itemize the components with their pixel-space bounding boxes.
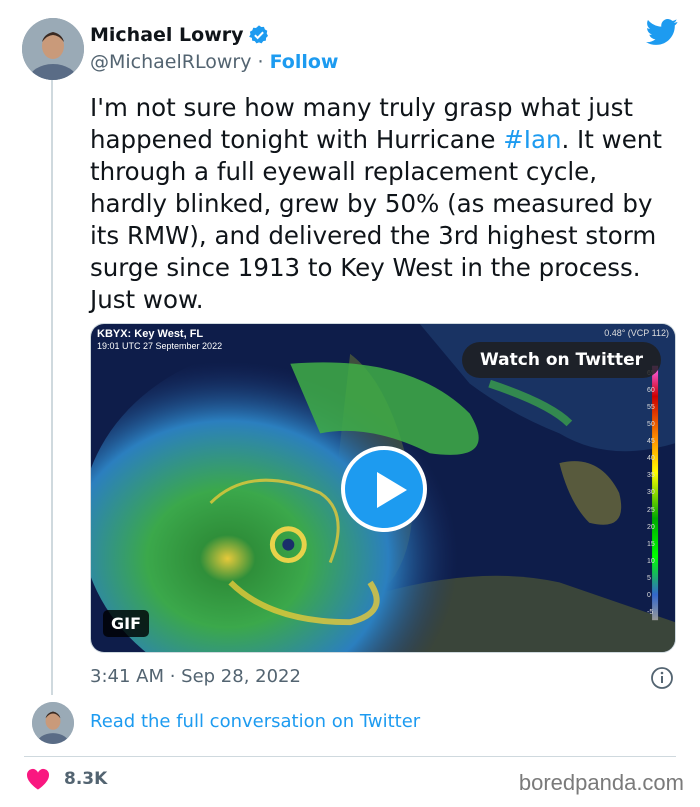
heart-icon bbox=[26, 768, 50, 790]
thread-connector bbox=[51, 80, 53, 695]
read-conversation-link[interactable]: Read the full conversation on Twitter bbox=[90, 711, 420, 732]
author-name-row[interactable]: Michael Lowry bbox=[90, 24, 270, 46]
separator-dot: · bbox=[257, 51, 264, 73]
author-handle[interactable]: @MichaelRLowry bbox=[90, 51, 251, 73]
scale-label: 35 bbox=[647, 472, 655, 480]
watermark: boredpanda.com bbox=[518, 770, 684, 795]
gif-badge: GIF bbox=[103, 610, 150, 637]
verified-badge-icon bbox=[248, 25, 268, 44]
radar-station: KBYX: Key West, FL bbox=[97, 328, 204, 340]
handle-row: @MichaelRLowry · Follow bbox=[90, 51, 339, 73]
scale-label: 55 bbox=[647, 404, 655, 412]
scale-label: 30 bbox=[647, 489, 655, 497]
scale-label: 0 bbox=[647, 591, 651, 599]
avatar-image bbox=[22, 18, 84, 80]
media-video[interactable]: KBYX: Key West, FL 19:01 UTC 27 Septembe… bbox=[90, 323, 676, 653]
twitter-bird-icon[interactable] bbox=[646, 18, 678, 46]
play-icon[interactable] bbox=[341, 446, 427, 532]
scale-label: 10 bbox=[647, 557, 655, 565]
reflectivity-scale: 65605550454035302520151050-5 bbox=[647, 366, 673, 622]
scale-label: -5 bbox=[647, 608, 654, 616]
scale-label: 20 bbox=[647, 523, 655, 531]
scale-label: 45 bbox=[647, 438, 655, 446]
radar-station-label: KBYX: Key West, FL 19:01 UTC 27 Septembe… bbox=[97, 328, 222, 352]
scale-label: 5 bbox=[647, 574, 651, 582]
divider bbox=[24, 756, 676, 757]
radar-mode: 0.48° (VCP 112) bbox=[604, 328, 669, 338]
watch-on-twitter-button[interactable]: Watch on Twitter bbox=[462, 342, 661, 378]
author-avatar[interactable] bbox=[22, 18, 84, 80]
info-icon[interactable] bbox=[650, 666, 674, 690]
scale-label: 25 bbox=[647, 506, 655, 514]
hashtag-link[interactable]: #Ian bbox=[503, 125, 561, 154]
author-avatar-small[interactable] bbox=[32, 702, 74, 744]
avatar-image bbox=[32, 702, 74, 744]
scale-label: 50 bbox=[647, 421, 655, 429]
like-count: 8.3K bbox=[64, 769, 108, 789]
scale-label: 40 bbox=[647, 455, 655, 463]
scale-label: 15 bbox=[647, 540, 655, 548]
radar-time: 19:01 UTC 27 September 2022 bbox=[97, 341, 223, 351]
tweet-text: I'm not sure how many truly grasp what j… bbox=[90, 92, 680, 316]
tweet-timestamp[interactable]: 3:41 AM · Sep 28, 2022 bbox=[90, 666, 301, 687]
author-name[interactable]: Michael Lowry bbox=[90, 24, 244, 46]
like-button[interactable]: 8.3K bbox=[26, 768, 107, 790]
follow-button[interactable]: Follow bbox=[270, 51, 339, 73]
scale-label: 60 bbox=[647, 387, 655, 395]
